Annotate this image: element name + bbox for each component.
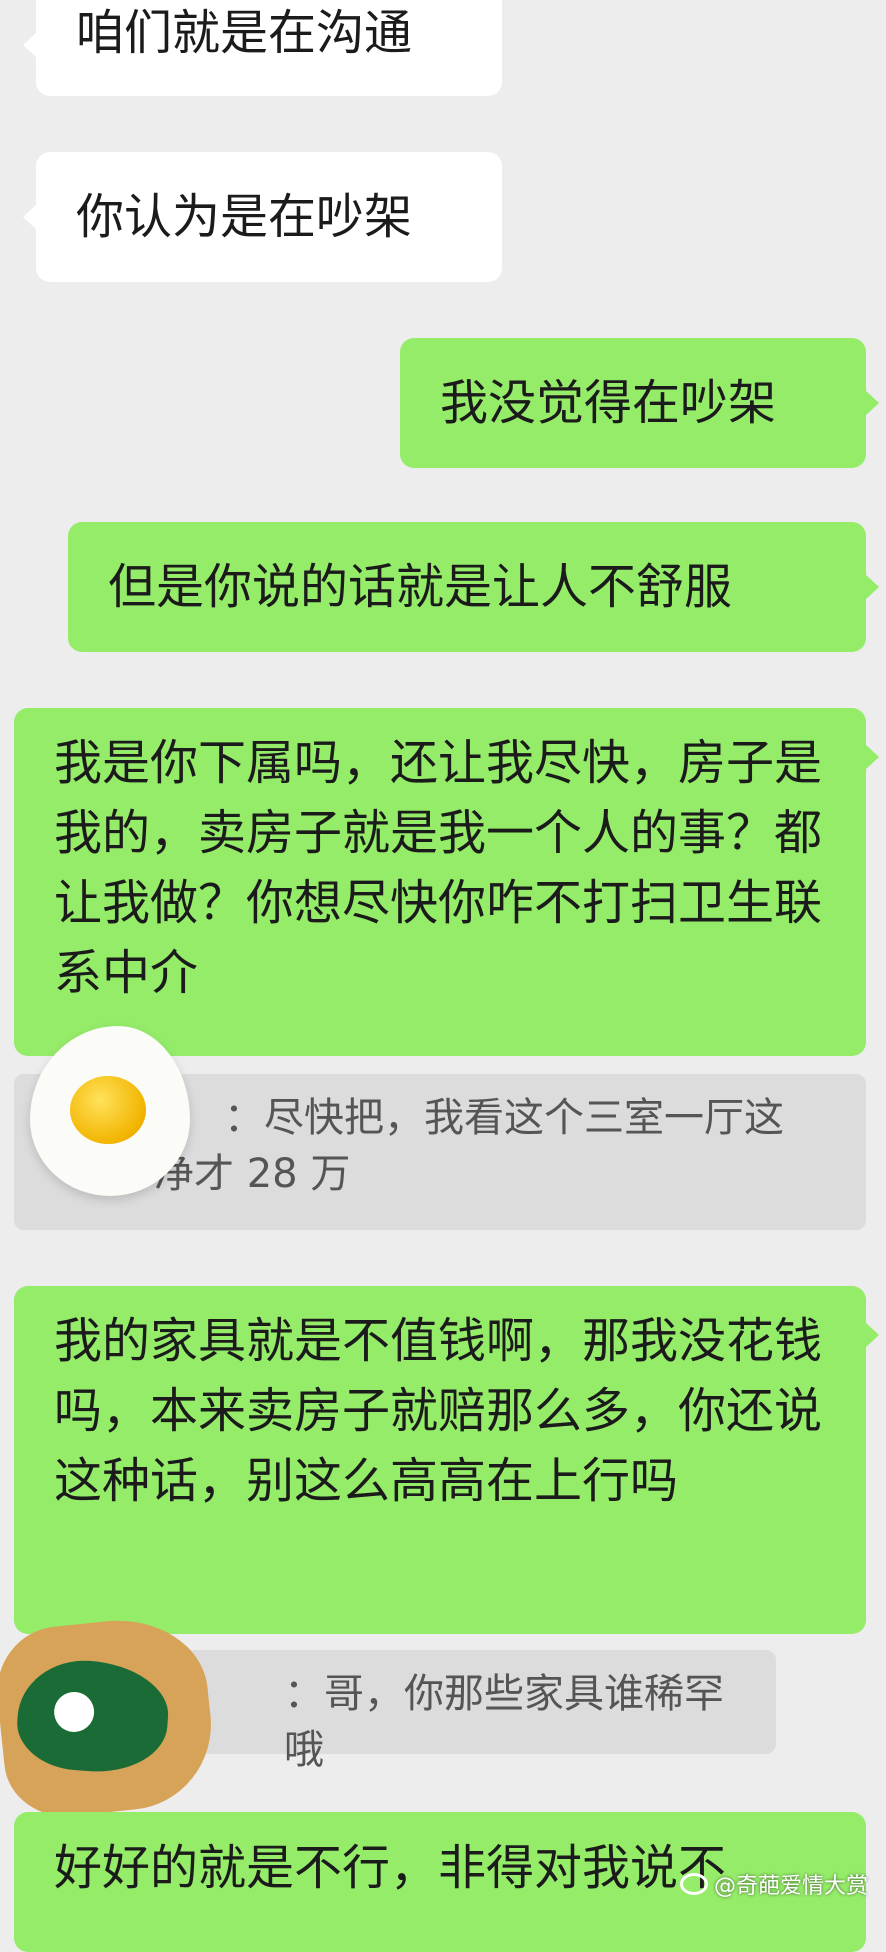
message-text: 我的家具就是不值钱啊，那我没花钱吗，本来卖房子就赔那么多，你还说这种话，别这么高… (54, 1313, 823, 1509)
message-text: 你认为是在吵架 (76, 189, 413, 245)
message-text: 好好的就是不行，非得对我说不 (54, 1840, 727, 1896)
bubble-tail (865, 574, 879, 600)
watermark: @奇葩爱情大赏 (679, 1868, 868, 1900)
bubble-tail (865, 744, 879, 770)
chat-bubble-sent[interactable]: 但是你说的话就是让人不舒服 (68, 522, 879, 652)
chat-bubble-sent[interactable]: 我的家具就是不值钱啊，那我没花钱吗，本来卖房子就赔那么多，你还说这种话，别这么高… (14, 1286, 879, 1634)
message-text: 但是你说的话就是让人不舒服 (108, 559, 733, 615)
watermark-text: @奇葩爱情大赏 (713, 1874, 868, 1899)
chat-bubble-received[interactable]: 你认为是在吵架 (23, 152, 502, 282)
weibo-icon (679, 1873, 708, 1895)
chat-bubble-received[interactable]: 咱们就是在沟通 (23, 0, 502, 96)
message-text: 我是你下属吗，还让我尽快，房子是我的，卖房子就是我一个人的事？都让我做？你想尽快… (54, 735, 823, 1001)
bubble-tail (23, 204, 37, 230)
bubble-tail (865, 1322, 879, 1348)
bubble-tail (23, 32, 37, 58)
message-text: 我没觉得在吵架 (440, 375, 777, 431)
chat-bubble-sent[interactable]: 我没觉得在吵架 (400, 338, 879, 468)
avocado-sticker (0, 1611, 220, 1823)
chat-bubble-sent[interactable]: 我是你下属吗，还让我尽快，房子是我的，卖房子就是我一个人的事？都让我做？你想尽快… (14, 708, 879, 1056)
bubble-tail (865, 390, 879, 416)
message-text: 咱们就是在沟通 (76, 5, 413, 61)
